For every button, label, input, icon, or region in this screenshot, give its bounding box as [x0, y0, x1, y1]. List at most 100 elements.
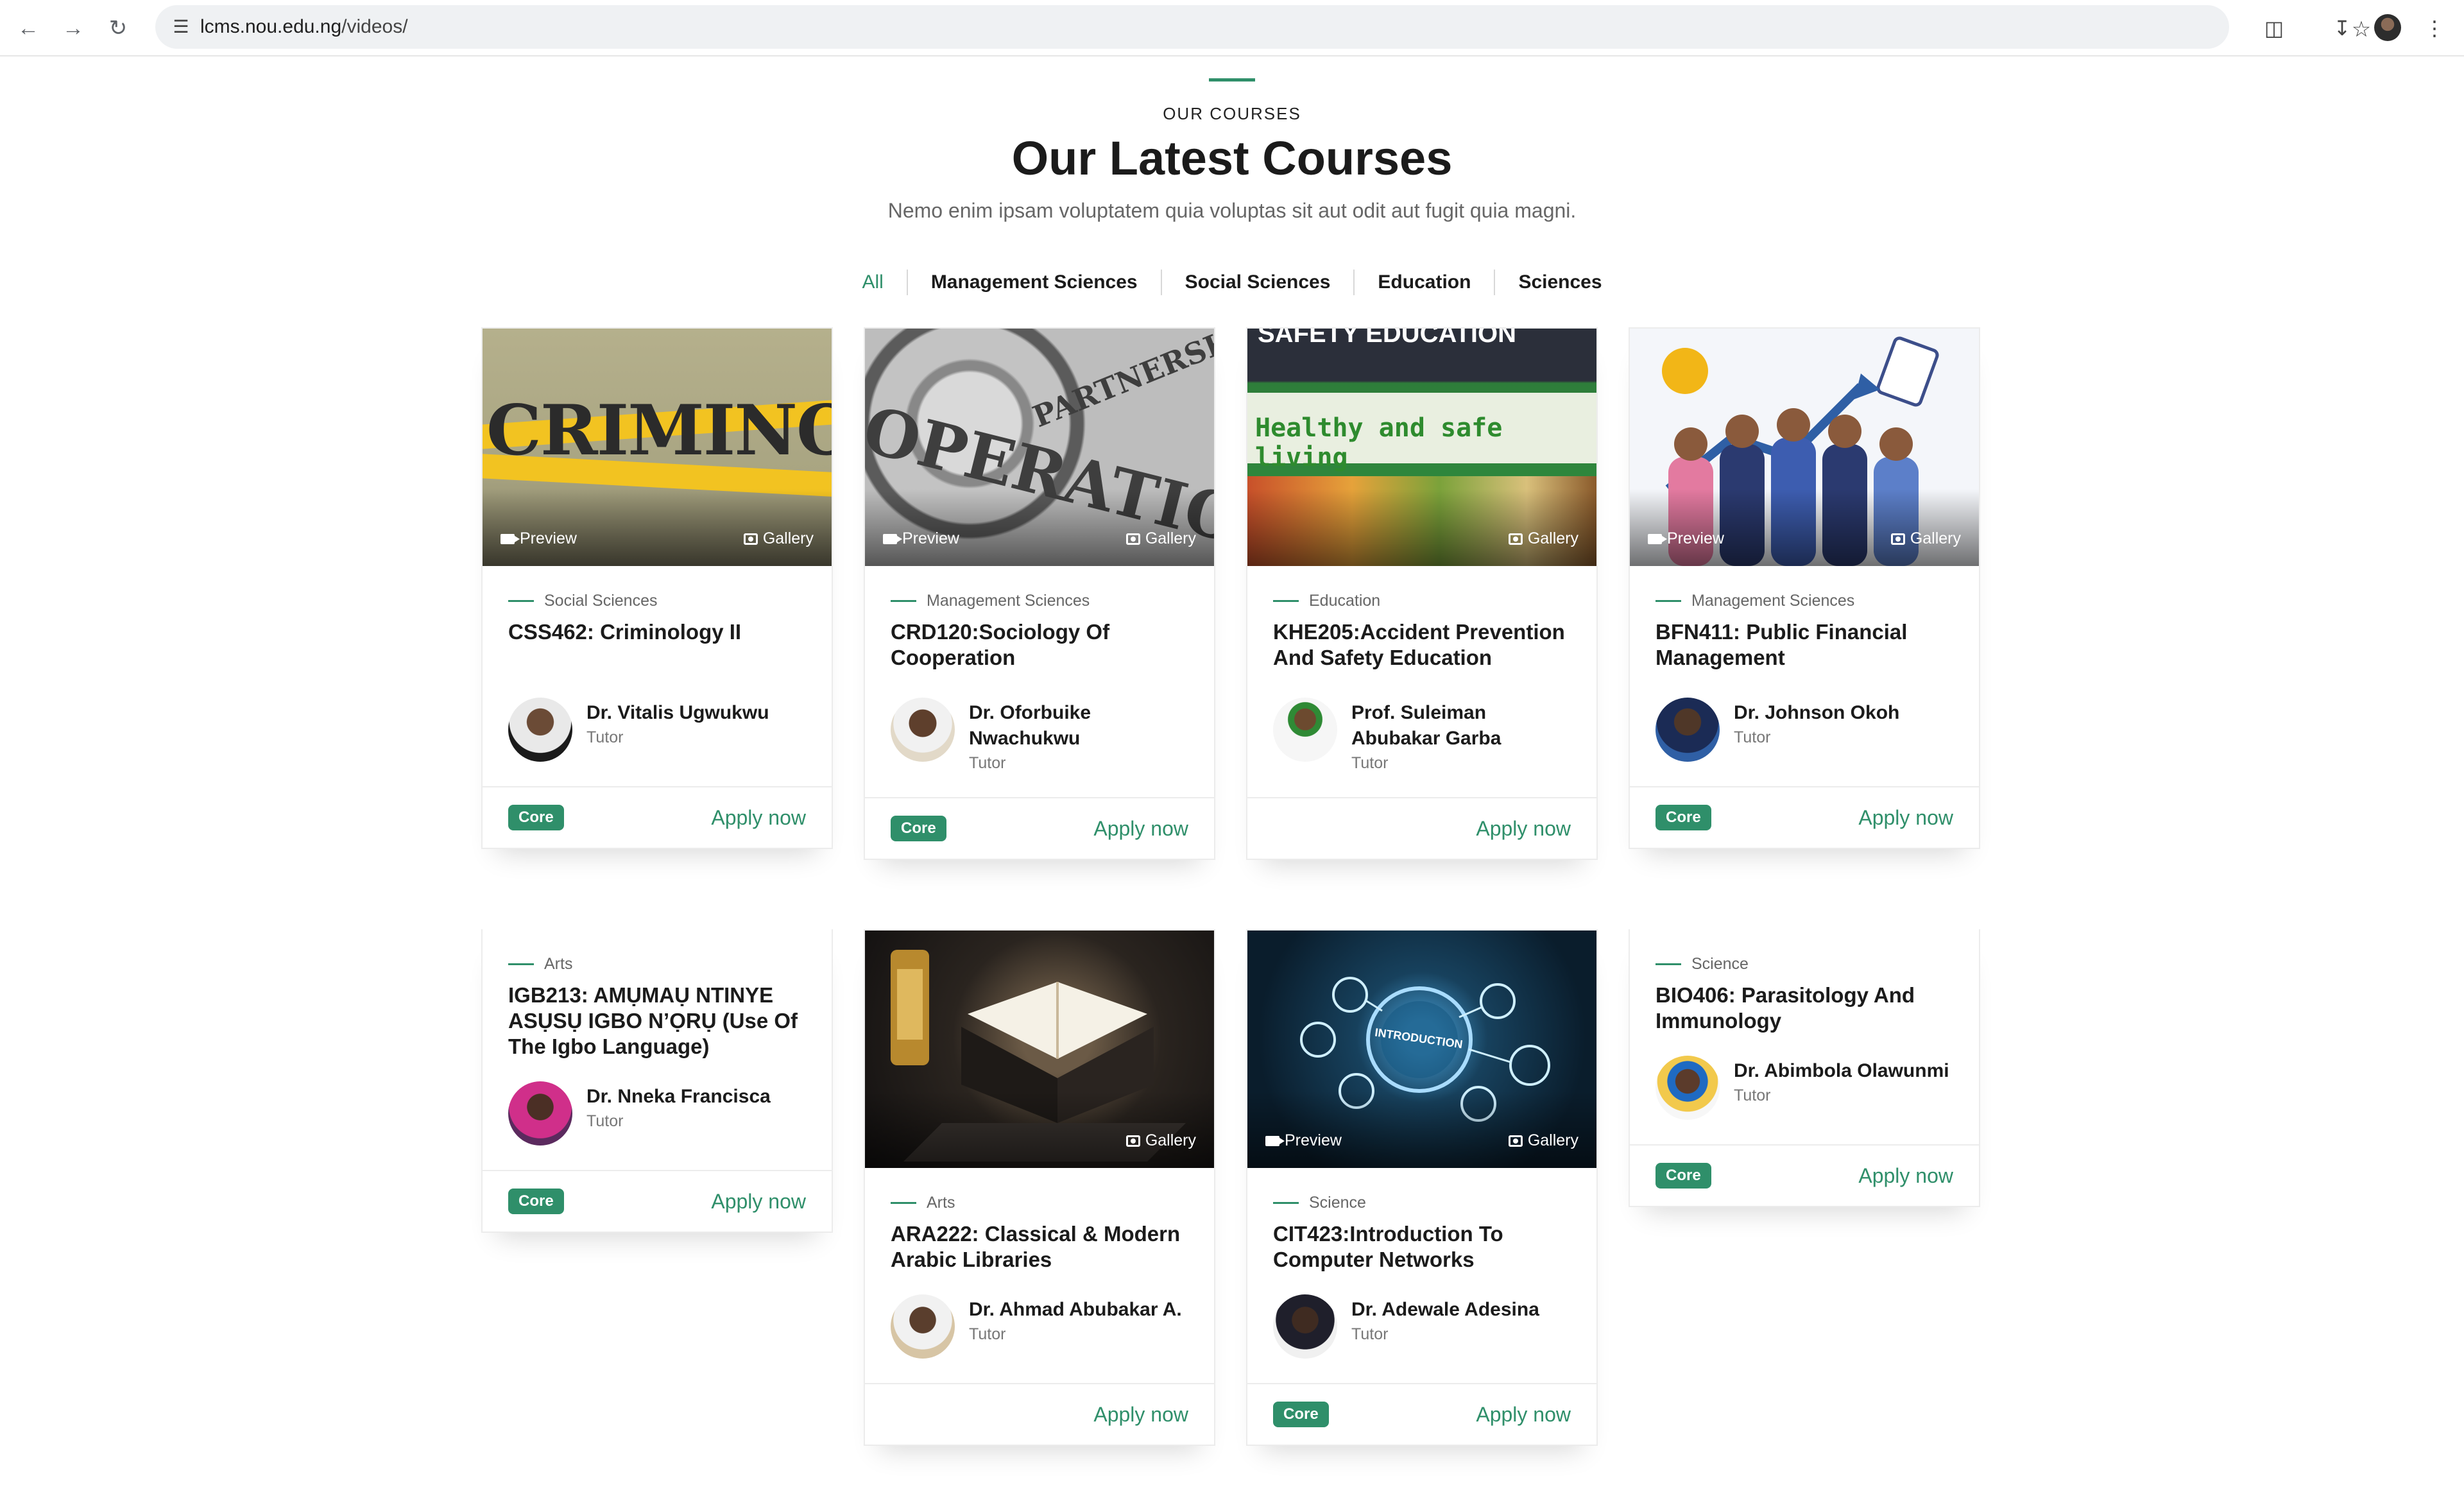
core-badge: Core	[1656, 1163, 1711, 1189]
tutor-name: Dr. Adewale Adesina	[1351, 1299, 1539, 1320]
tutor-info: Dr. Adewale Adesina Tutor	[1273, 1294, 1571, 1359]
preview-link[interactable]: Preview	[1648, 529, 1724, 548]
course-title[interactable]: BIO406: Parasitology And Immunology	[1656, 983, 1953, 1034]
extensions-icon[interactable]: ◫	[2259, 13, 2289, 44]
camera-icon	[1508, 533, 1523, 545]
site-settings-icon[interactable]: ☰	[169, 15, 193, 39]
tutor-role: Tutor	[969, 1325, 1006, 1343]
tutor-role: Tutor	[586, 728, 624, 746]
gallery-link[interactable]: Gallery	[1890, 529, 1961, 548]
preview-link[interactable]: Preview	[883, 529, 959, 548]
apply-now-link[interactable]: Apply now	[1093, 1403, 1188, 1427]
course-category: Arts	[891, 1194, 1188, 1212]
tutor-avatar	[1273, 1294, 1337, 1359]
reload-icon[interactable]: ↻	[103, 13, 133, 44]
course-category: Science	[1273, 1194, 1571, 1212]
gallery-link[interactable]: Gallery	[1125, 529, 1196, 548]
preview-link[interactable]: Preview	[1265, 1131, 1342, 1150]
course-thumbnail[interactable]: PARTNERSHIP OPERATION Preview Gallery	[865, 329, 1214, 566]
course-card: Science BIO406: Parasitology And Immunol…	[1629, 929, 1980, 1207]
filter-sciences[interactable]: Sciences	[1494, 270, 1625, 295]
course-card: SAFETY EDUCATION Healthy and safe living…	[1246, 327, 1598, 860]
tutor-name: Dr. Vitalis Ugwukwu	[586, 702, 769, 723]
preview-link[interactable]: Preview	[501, 529, 577, 548]
tutor-avatar	[1273, 698, 1337, 762]
thumbnail-text: PARTNERSHIP	[1027, 329, 1214, 434]
apply-now-link[interactable]: Apply now	[1093, 817, 1188, 841]
menu-kebab-icon[interactable]: ⋮	[2419, 13, 2450, 44]
tutor-role: Tutor	[1351, 1325, 1389, 1343]
video-camera-icon	[1648, 533, 1667, 544]
tutor-info: Dr. Ahmad Abubakar A. Tutor	[891, 1294, 1188, 1359]
apply-now-link[interactable]: Apply now	[711, 806, 806, 830]
filter-all[interactable]: All	[839, 270, 906, 295]
tutor-role: Tutor	[1351, 754, 1389, 772]
category-filter-tabs: All Management Sciences Social Sciences …	[0, 270, 2464, 295]
tutor-role: Tutor	[1734, 728, 1771, 746]
video-camera-icon	[501, 533, 520, 544]
apply-now-link[interactable]: Apply now	[1858, 1164, 1953, 1188]
tutor-info: Dr. Johnson Okoh Tutor	[1656, 698, 1953, 762]
profile-avatar[interactable]	[2374, 14, 2401, 41]
core-badge: Core	[508, 1189, 564, 1214]
gallery-link[interactable]: Gallery	[1508, 529, 1579, 548]
gallery-link[interactable]: Gallery	[743, 529, 814, 548]
course-category: Education	[1273, 592, 1571, 610]
course-thumbnail[interactable]: CRIMINOLOGY Preview Gallery	[483, 329, 832, 566]
apply-now-link[interactable]: Apply now	[1476, 1403, 1571, 1427]
tutor-name: Dr. Ahmad Abubakar A.	[969, 1299, 1182, 1320]
course-title[interactable]: IGB213: AMỤMAỤ NTINYE ASỤSỤ IGBO N’ỌRỤ (…	[508, 983, 806, 1060]
course-thumbnail[interactable]: INTRODUCTION Preview Gallery	[1247, 931, 1596, 1168]
tutor-info: Prof. Suleiman Abubakar Garba Tutor	[1273, 698, 1571, 773]
course-title[interactable]: CRD120:Sociology Of Cooperation	[891, 619, 1188, 671]
tutor-info: Dr. Abimbola Olawunmi Tutor	[1656, 1056, 1953, 1120]
course-title[interactable]: KHE205:Accident Prevention And Safety Ed…	[1273, 619, 1571, 671]
filter-management-sciences[interactable]: Management Sciences	[906, 270, 1161, 295]
filter-social-sciences[interactable]: Social Sciences	[1160, 270, 1354, 295]
gallery-link[interactable]: Gallery	[1125, 1131, 1196, 1150]
tutor-name: Dr. Nneka Francisca	[586, 1086, 771, 1107]
video-camera-icon	[1265, 1135, 1285, 1146]
course-category: Arts	[508, 955, 806, 974]
tutor-info: Dr. Oforbuike Nwachukwu Tutor	[891, 698, 1188, 773]
course-card: CRIMINOLOGY Preview Gallery Social Scien…	[481, 327, 833, 849]
browser-toolbar: ← → ↻ ☰ lcms.nou.edu.ng/videos/ ☆ ◫ ↧ ⋮	[0, 0, 2464, 56]
back-icon[interactable]: ←	[13, 13, 44, 44]
course-title[interactable]: ARA222: Classical & Modern Arabic Librar…	[891, 1221, 1188, 1273]
tutor-avatar	[891, 1294, 955, 1359]
gallery-link[interactable]: Gallery	[1508, 1131, 1579, 1150]
course-category: Social Sciences	[508, 592, 806, 610]
course-card: Gallery Arts ARA222: Classical & Modern …	[864, 929, 1215, 1446]
core-badge: Core	[1273, 1402, 1329, 1427]
address-bar[interactable]: ☰ lcms.nou.edu.ng/videos/ ☆	[155, 5, 2371, 49]
tutor-avatar	[508, 698, 572, 762]
forward-icon[interactable]: →	[58, 13, 89, 44]
course-title[interactable]: CIT423:Introduction To Computer Networks	[1273, 1221, 1571, 1273]
apply-now-link[interactable]: Apply now	[1476, 817, 1571, 841]
thumbnail-text: Healthy and safe living	[1255, 413, 1503, 472]
course-card: PARTNERSHIP OPERATION Preview Gallery Ma…	[864, 327, 1215, 860]
tutor-info: Dr. Vitalis Ugwukwu Tutor	[508, 698, 806, 762]
course-title[interactable]: CSS462: Criminology II	[508, 619, 806, 645]
course-category: Management Sciences	[1656, 592, 1953, 610]
filter-education[interactable]: Education	[1353, 270, 1494, 295]
section-subtitle: Nemo enim ipsam voluptatem quia voluptas…	[887, 199, 1577, 222]
apply-now-link[interactable]: Apply now	[711, 1190, 806, 1214]
tutor-info: Dr. Nneka Francisca Tutor	[508, 1081, 806, 1146]
core-badge: Core	[508, 805, 564, 830]
tutor-avatar	[1656, 698, 1720, 762]
section-title: Our Latest Courses	[1011, 132, 1453, 185]
tutor-name: Dr. Oforbuike Nwachukwu	[969, 702, 1091, 749]
heading-accent-line	[1209, 78, 1255, 82]
course-card: Preview Gallery Management Sciences BFN4…	[1629, 327, 1980, 849]
download-icon[interactable]: ↧	[2327, 13, 2357, 44]
apply-now-link[interactable]: Apply now	[1858, 806, 1953, 830]
core-badge: Core	[891, 816, 946, 841]
tutor-avatar	[508, 1081, 572, 1146]
url-text[interactable]: lcms.nou.edu.ng/videos/	[200, 15, 408, 39]
camera-icon	[743, 533, 758, 545]
course-title[interactable]: BFN411: Public Financial Management	[1656, 619, 1953, 671]
course-thumbnail[interactable]: Preview Gallery	[1630, 329, 1979, 566]
course-thumbnail[interactable]: Gallery	[865, 931, 1214, 1168]
course-thumbnail[interactable]: SAFETY EDUCATION Healthy and safe living…	[1247, 329, 1596, 566]
